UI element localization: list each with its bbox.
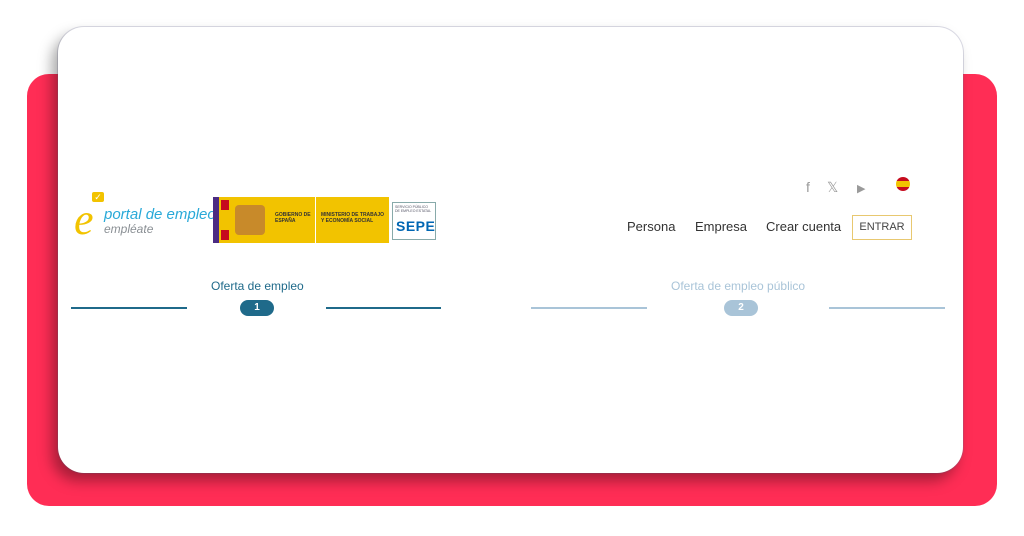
step-1-line-right (326, 307, 441, 309)
sepe-title: SEPE (396, 218, 436, 234)
nav-empresa[interactable]: Empresa (695, 219, 747, 234)
logo-subtitle: empléate (104, 222, 154, 236)
spain-flag-icon[interactable] (896, 177, 910, 191)
ministerio-text: MINISTERIO DE TRABAJO Y ECONOMÍA SOCIAL (321, 212, 385, 224)
step-2-line-left (531, 307, 647, 309)
step-2-line-right (829, 307, 945, 309)
e-logo-mark: e (74, 195, 94, 244)
sepe-subtitle: SERVICIO PÚBLICO DE EMPLEO ESTATAL (395, 205, 432, 213)
nav-persona[interactable]: Persona (627, 219, 675, 234)
step-1-badge[interactable]: 1 (240, 300, 274, 316)
coat-of-arms-icon (235, 205, 265, 235)
step-1-line-left (71, 307, 187, 309)
gobierno-text: GOBIERNO DE ESPAÑA (275, 212, 311, 224)
page-card: ✓ e portal de empleo empléate GOBIERNO D… (58, 27, 963, 473)
entrar-button[interactable]: ENTRAR (852, 215, 912, 240)
sepe-logo[interactable]: SERVICIO PÚBLICO DE EMPLEO ESTATAL SEPE (392, 202, 436, 240)
x-icon[interactable]: 𝕏 (827, 179, 838, 196)
nav-crear-cuenta[interactable]: Crear cuenta (766, 219, 841, 234)
gobierno-logo[interactable]: GOBIERNO DE ESPAÑA MINISTERIO DE TRABAJO… (213, 197, 389, 243)
facebook-icon[interactable]: f (806, 179, 810, 195)
youtube-icon[interactable]: ▶ (857, 182, 865, 195)
eu-strip (213, 197, 219, 243)
step-1-label[interactable]: Oferta de empleo (211, 279, 304, 293)
header: ✓ e portal de empleo empléate GOBIERNO D… (58, 27, 963, 473)
step-2-badge[interactable]: 2 (724, 300, 758, 316)
check-icon: ✓ (92, 192, 104, 202)
step-2-label[interactable]: Oferta de empleo público (671, 279, 805, 293)
logo-title: portal de empleo (104, 206, 216, 223)
divider (315, 197, 316, 243)
spain-flag-stripe (221, 200, 229, 240)
empleate-logo[interactable]: ✓ e portal de empleo empléate (74, 192, 216, 244)
